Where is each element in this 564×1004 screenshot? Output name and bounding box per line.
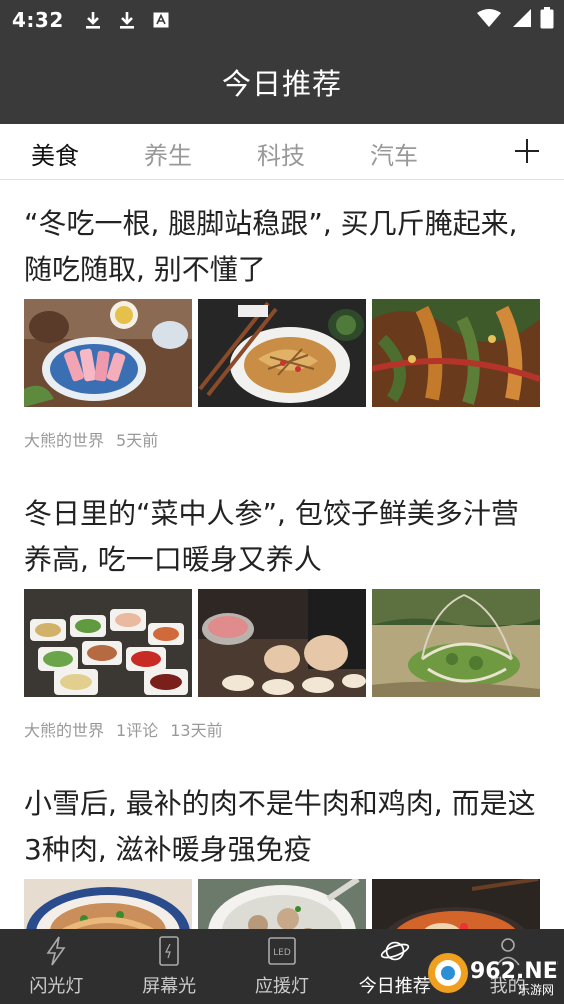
- download-icon: [82, 9, 104, 31]
- nav-label: 今日推荐: [358, 975, 431, 997]
- planet-icon: [380, 936, 410, 966]
- flash-icon: [41, 936, 71, 966]
- news-feed[interactable]: “冬吃一根, 腿脚站稳跟”, 买几斤腌起来, 随吃随取, 别不懂了 大熊的世界 …: [0, 181, 564, 929]
- article-thumbnails: [24, 299, 540, 407]
- nav-label: 屏幕光: [142, 975, 197, 997]
- article-thumbnails: [24, 879, 540, 929]
- watermark-text: 962.NET: [470, 959, 558, 984]
- tab-food[interactable]: 美食: [31, 136, 79, 171]
- signal-icon: [510, 8, 532, 32]
- article-thumbnails: [24, 589, 540, 697]
- article-title[interactable]: “冬吃一根, 腿脚站稳跟”, 买几斤腌起来, 随吃随取, 别不懂了: [24, 201, 540, 293]
- article-source: 大熊的世界: [24, 431, 105, 450]
- status-time: 4:32: [12, 8, 64, 32]
- thumbnail-image[interactable]: [372, 589, 540, 697]
- article-meta: 大熊的世界 5天前: [24, 427, 540, 451]
- battery-icon: [540, 7, 554, 33]
- wifi-icon: [476, 8, 502, 32]
- thumbnail-image[interactable]: [372, 299, 540, 407]
- add-tab-icon[interactable]: [512, 136, 542, 166]
- thumbnail-image[interactable]: [24, 299, 192, 407]
- phone-screen-icon: [154, 935, 184, 966]
- thumbnail-image[interactable]: [198, 299, 366, 407]
- thumbnail-image[interactable]: [372, 879, 540, 929]
- article-card[interactable]: “冬吃一根, 腿脚站稳跟”, 买几斤腌起来, 随吃随取, 别不懂了 大熊的世界 …: [0, 181, 564, 471]
- nav-label: 闪光灯: [29, 975, 84, 997]
- article-title[interactable]: 小雪后, 最补的肉不是牛肉和鸡肉, 而是这3种肉, 滋补暖身强免疫: [24, 781, 540, 873]
- article-title[interactable]: 冬日里的“菜中人参”, 包饺子鲜美多汁营养高, 吃一口暖身又养人: [24, 491, 540, 583]
- nav-flashlight[interactable]: 闪光灯: [0, 929, 113, 1004]
- article-time: 13天前: [170, 721, 223, 740]
- nav-label: 应援灯: [254, 975, 309, 997]
- article-meta: 大熊的世界 1评论 13天前: [24, 717, 540, 741]
- led-icon-text: LED: [273, 948, 291, 958]
- tab-health[interactable]: 养生: [144, 136, 192, 171]
- app-bar: 今日推荐: [0, 40, 564, 124]
- nav-screen-light[interactable]: 屏幕光: [113, 929, 226, 1004]
- watermark-subtext: 乐游网: [518, 983, 554, 997]
- article-time: 5天前: [116, 431, 159, 450]
- thumbnail-image[interactable]: [24, 879, 192, 929]
- thumbnail-image[interactable]: [198, 879, 366, 929]
- category-tabs: 美食 养生 科技 汽车: [0, 124, 564, 180]
- page-title: 今日推荐: [221, 67, 342, 101]
- app-notification-icon: [150, 9, 172, 31]
- article-source: 大熊的世界: [24, 721, 105, 740]
- article-comments: 1评论: [116, 721, 159, 740]
- tab-auto[interactable]: 汽车: [370, 136, 418, 171]
- thumbnail-image[interactable]: [198, 589, 366, 697]
- led-icon: LED: [267, 936, 297, 966]
- article-card[interactable]: 小雪后, 最补的肉不是牛肉和鸡肉, 而是这3种肉, 滋补暖身强免疫: [0, 761, 564, 929]
- tab-tech[interactable]: 科技: [257, 136, 305, 171]
- article-card[interactable]: 冬日里的“菜中人参”, 包饺子鲜美多汁营养高, 吃一口暖身又养人 大熊的世界 1…: [0, 471, 564, 761]
- site-watermark: 962.NET 乐游网: [426, 948, 558, 998]
- nav-cheer-light[interactable]: LED 应援灯: [226, 929, 339, 1004]
- status-bar: 4:32: [0, 0, 564, 40]
- download-icon: [116, 9, 138, 31]
- thumbnail-image[interactable]: [24, 589, 192, 697]
